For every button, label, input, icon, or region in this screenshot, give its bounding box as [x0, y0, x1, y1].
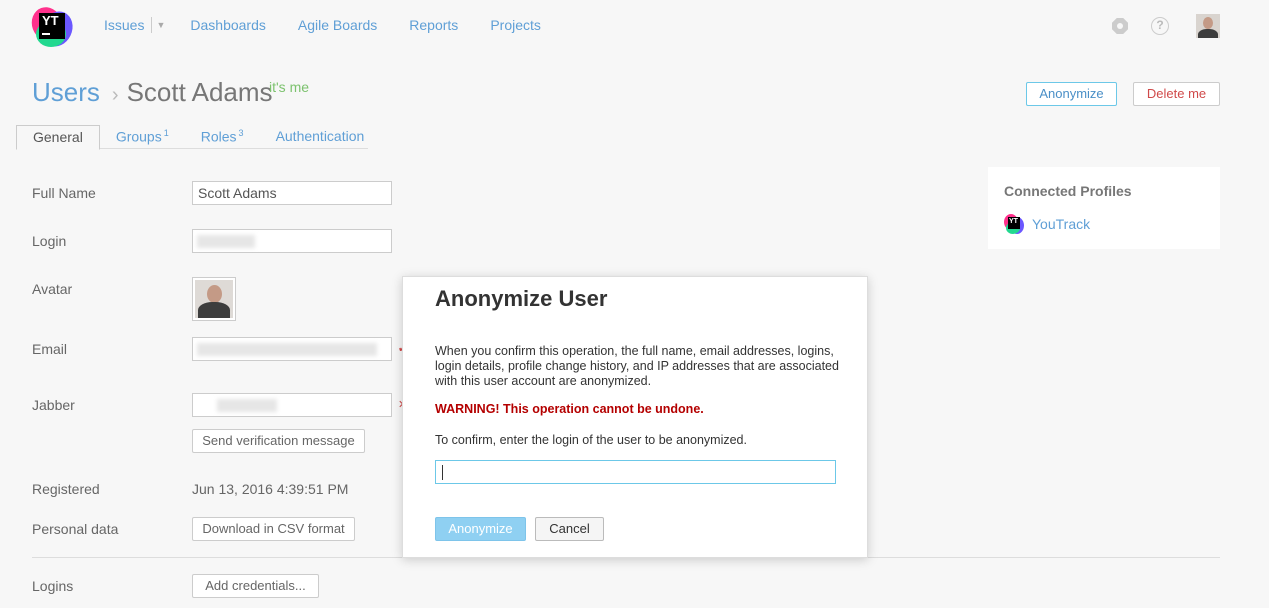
youtrack-icon: YT: [1004, 214, 1024, 234]
login-input[interactable]: [192, 229, 392, 253]
nav-agile-boards[interactable]: Agile Boards: [298, 17, 377, 33]
delete-me-button[interactable]: Delete me: [1133, 82, 1220, 106]
chevron-down-icon[interactable]: ▼: [156, 20, 165, 30]
anonymize-dialog: Anonymize User When you confirm this ope…: [402, 276, 868, 558]
login-label: Login: [32, 233, 67, 249]
help-icon[interactable]: ?: [1151, 17, 1169, 35]
logo-text: YT: [42, 13, 59, 28]
nav-issues-link[interactable]: Issues: [104, 17, 144, 33]
tab-roles[interactable]: Roles 3: [185, 125, 260, 149]
add-credentials-button[interactable]: Add credentials...: [192, 574, 319, 598]
roles-count: 3: [238, 128, 244, 138]
nav-reports[interactable]: Reports: [409, 17, 458, 33]
tab-authentication[interactable]: Authentication: [260, 125, 381, 149]
redacted-value: [197, 343, 377, 356]
connected-profiles-title: Connected Profiles: [1004, 183, 1132, 199]
settings-icon[interactable]: [1111, 17, 1129, 35]
nav-projects[interactable]: Projects: [490, 17, 541, 33]
text-cursor: [442, 465, 443, 480]
youtrack-logo[interactable]: YT: [27, 2, 79, 52]
avatar-label: Avatar: [32, 281, 73, 297]
dialog-title: Anonymize User: [435, 286, 608, 311]
redacted-value: [217, 399, 277, 412]
tab-general[interactable]: General: [16, 125, 100, 150]
dialog-description: When you confirm this operation, the ful…: [435, 344, 839, 388]
jabber-input[interactable]: [192, 393, 392, 417]
tab-groups[interactable]: Groups 1: [100, 125, 185, 149]
logo-box: YT: [39, 13, 65, 39]
chevron-right-icon: ›: [111, 84, 119, 106]
dialog-cancel-button[interactable]: Cancel: [535, 517, 604, 541]
dialog-warning: WARNING! This operation cannot be undone…: [435, 402, 704, 416]
personal-data-label: Personal data: [32, 521, 119, 537]
nav-issues: Issues ▼: [104, 17, 165, 33]
jabber-label: Jabber: [32, 397, 75, 413]
full-name-label: Full Name: [32, 185, 96, 201]
email-label: Email: [32, 341, 68, 357]
profile-link-youtrack[interactable]: YouTrack: [1032, 216, 1090, 232]
redacted-value: [197, 235, 255, 248]
avatar-image[interactable]: [192, 277, 236, 321]
page-title: Scott Adams: [126, 77, 273, 107]
email-input[interactable]: [192, 337, 392, 361]
breadcrumb: Users › Scott Adams: [32, 77, 273, 108]
logins-label: Logins: [32, 578, 74, 594]
its-me-badge: it's me: [269, 79, 310, 95]
connected-profiles-panel: Connected Profiles YT YouTrack: [988, 167, 1220, 249]
tab-bar: General Groups 1 Roles 3 Authentication: [16, 125, 368, 150]
groups-count: 1: [163, 128, 169, 138]
main-nav: Issues ▼ Dashboards Agile Boards Reports…: [104, 17, 573, 33]
registered-label: Registered: [32, 481, 100, 497]
dialog-anonymize-button[interactable]: Anonymize: [435, 517, 526, 541]
registered-value: Jun 13, 2016 4:39:51 PM: [192, 481, 349, 497]
dialog-confirm-text: To confirm, enter the login of the user …: [435, 433, 747, 447]
send-verification-button[interactable]: Send verification message: [192, 429, 365, 453]
nav-divider: [151, 17, 153, 33]
user-avatar[interactable]: [1196, 14, 1220, 38]
download-csv-button[interactable]: Download in CSV format: [192, 517, 355, 541]
nav-dashboards[interactable]: Dashboards: [190, 17, 266, 33]
breadcrumb-users-link[interactable]: Users: [32, 77, 100, 108]
full-name-input[interactable]: Scott Adams: [192, 181, 392, 205]
confirm-login-input[interactable]: [435, 460, 836, 484]
anonymize-button[interactable]: Anonymize: [1026, 82, 1117, 106]
